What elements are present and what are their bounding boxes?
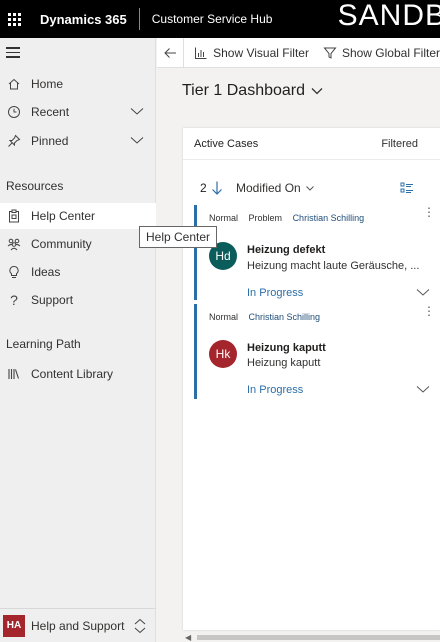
pin-icon	[8, 134, 21, 147]
sidebar-item-label: Support	[31, 293, 74, 307]
sidebar-item-help-center[interactable]: Help Center	[0, 203, 156, 229]
question-icon: ?	[10, 292, 18, 308]
sidebar-item-label: Pinned	[31, 134, 69, 148]
case-priority: Normal	[209, 213, 239, 223]
sort-field-label: Modified On	[236, 181, 301, 195]
sidebar-item-support[interactable]: ? Support	[0, 287, 156, 313]
sidebar: Home Recent Pinned Resources Help Center…	[0, 38, 156, 642]
case-priority: Normal	[209, 312, 239, 322]
sort-row: 2 Modified On	[183, 178, 440, 198]
show-global-filter-button[interactable]: Show Global Filter	[323, 46, 440, 60]
area-switcher[interactable]: HA Help and Support	[0, 608, 156, 642]
sidebar-item-label: Home	[31, 77, 64, 91]
page-title: Tier 1 Dashboard	[182, 82, 306, 99]
back-button[interactable]	[157, 37, 185, 68]
chevron-down-icon[interactable]	[130, 104, 144, 118]
show-visual-filter-button[interactable]: Show Visual Filter	[194, 46, 309, 60]
more-options-icon[interactable]: ⋮	[423, 305, 435, 317]
filter-icon	[323, 47, 337, 59]
scroll-left-icon[interactable]: ◀	[185, 633, 191, 642]
sidebar-item-label: Help Center	[31, 209, 96, 223]
waffle-icon	[7, 12, 21, 26]
horizontal-scrollbar[interactable]: ◀	[183, 632, 440, 642]
app-launcher-button[interactable]	[0, 0, 28, 38]
sidebar-item-content-library[interactable]: Content Library	[0, 361, 156, 387]
active-cases-stream: Active Cases Filtered 2 Modified On Norm…	[183, 128, 440, 630]
sort-descending-icon[interactable]	[211, 180, 223, 196]
chevron-down-icon[interactable]	[416, 382, 430, 396]
show-global-filter-label: Show Global Filter	[341, 45, 440, 60]
case-status: In Progress	[247, 384, 304, 396]
chevron-down-icon[interactable]	[130, 133, 144, 147]
sidebar-item-pinned[interactable]: Pinned	[0, 128, 156, 154]
record-count: 2	[200, 181, 207, 195]
top-bar: Dynamics 365 Customer Service Hub SANDB	[0, 0, 440, 38]
chevron-down-icon	[311, 88, 323, 95]
chart-icon	[195, 47, 207, 59]
environment-label: SANDB	[337, 0, 440, 32]
chevron-up-down-icon[interactable]	[134, 618, 146, 634]
case-meta: Normal Christian Schilling	[209, 312, 328, 322]
sidebar-item-recent[interactable]: Recent	[0, 99, 156, 125]
case-owner[interactable]: Christian Schilling	[249, 312, 321, 322]
lightbulb-icon	[9, 265, 19, 278]
home-icon	[8, 78, 20, 90]
hamburger-icon[interactable]	[6, 47, 20, 59]
people-icon	[7, 238, 21, 251]
area-badge: HA	[3, 614, 25, 637]
filtered-label: Filtered	[381, 138, 418, 150]
app-name[interactable]: Customer Service Hub	[152, 12, 273, 26]
avatar: Hk	[209, 340, 237, 368]
case-owner[interactable]: Christian Schilling	[293, 213, 365, 223]
brand-link[interactable]: Dynamics 365	[40, 12, 127, 27]
topbar-divider	[138, 8, 140, 30]
show-visual-filter-label: Show Visual Filter	[213, 45, 309, 60]
scrollbar-thumb[interactable]	[197, 635, 440, 640]
library-icon	[8, 369, 20, 379]
clipboard-icon	[9, 209, 19, 223]
command-bar: Show Visual Filter Show Global Filter	[157, 37, 440, 68]
clock-icon	[8, 106, 20, 118]
case-title[interactable]: Heizung defekt	[247, 244, 325, 256]
sidebar-item-label: Ideas	[31, 265, 61, 279]
list-view-icon[interactable]	[400, 181, 414, 195]
case-status: In Progress	[247, 287, 304, 299]
chevron-down-icon	[305, 186, 314, 191]
sidebar-item-ideas[interactable]: Ideas	[0, 259, 156, 285]
case-description: Heizung kaputt	[247, 357, 321, 369]
stream-header: Active Cases Filtered	[183, 128, 440, 160]
sidebar-item-label: Recent	[31, 105, 70, 119]
sort-field-dropdown[interactable]: Modified On	[236, 181, 315, 195]
case-description: Heizung macht laute Geräusche, ...	[247, 260, 420, 272]
sidebar-item-label: Community	[31, 237, 92, 251]
case-meta: Normal Problem Christian Schilling	[209, 213, 372, 223]
learning-path-heading: Learning Path	[6, 337, 81, 351]
back-arrow-icon	[164, 47, 177, 58]
area-name: Help and Support	[31, 618, 125, 633]
dashboard-selector[interactable]: Tier 1 Dashboard	[182, 82, 323, 100]
resources-heading: Resources	[6, 179, 64, 193]
list-item[interactable]: Normal Problem Christian Schilling ⋮ Hd …	[194, 205, 440, 300]
sidebar-item-label: Content Library	[31, 367, 114, 381]
more-options-icon[interactable]: ⋮	[423, 206, 435, 218]
sidebar-item-home[interactable]: Home	[0, 71, 156, 97]
stream-title: Active Cases	[194, 138, 259, 150]
chevron-down-icon[interactable]	[416, 285, 430, 299]
case-type: Problem	[248, 213, 283, 223]
list-item[interactable]: Normal Christian Schilling ⋮ Hk Heizung …	[194, 304, 440, 399]
sidebar-item-community[interactable]: Community	[0, 231, 156, 257]
case-title[interactable]: Heizung kaputt	[247, 342, 326, 354]
tooltip: Help Center	[139, 226, 218, 248]
